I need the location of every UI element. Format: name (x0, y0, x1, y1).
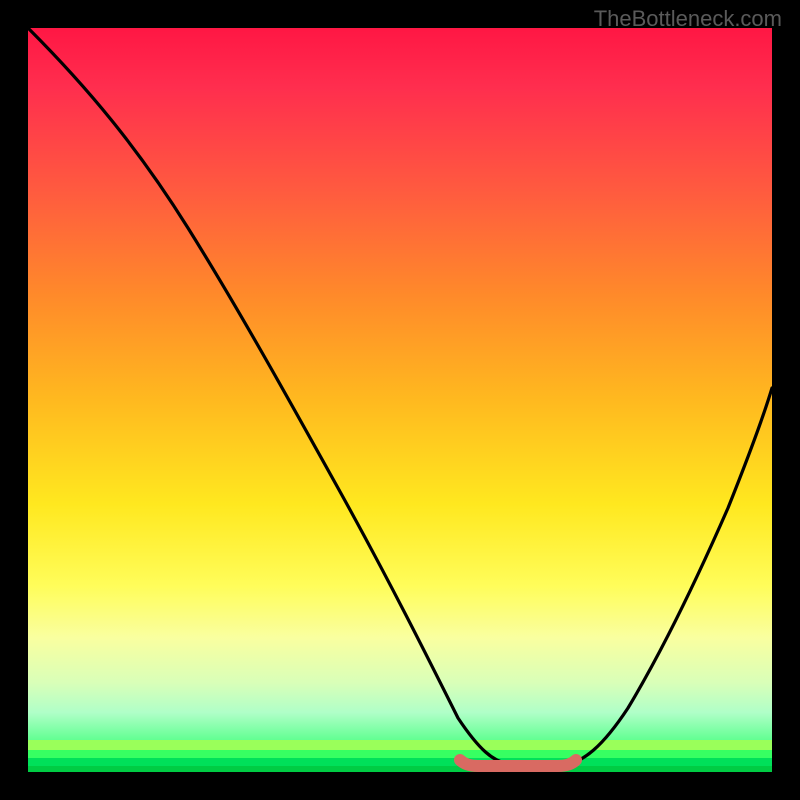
optimal-zone-marker (460, 760, 576, 766)
chart-plot-area (28, 28, 772, 772)
watermark-text: TheBottleneck.com (594, 6, 782, 32)
bottleneck-curve (28, 28, 772, 765)
chart-svg (28, 28, 772, 772)
